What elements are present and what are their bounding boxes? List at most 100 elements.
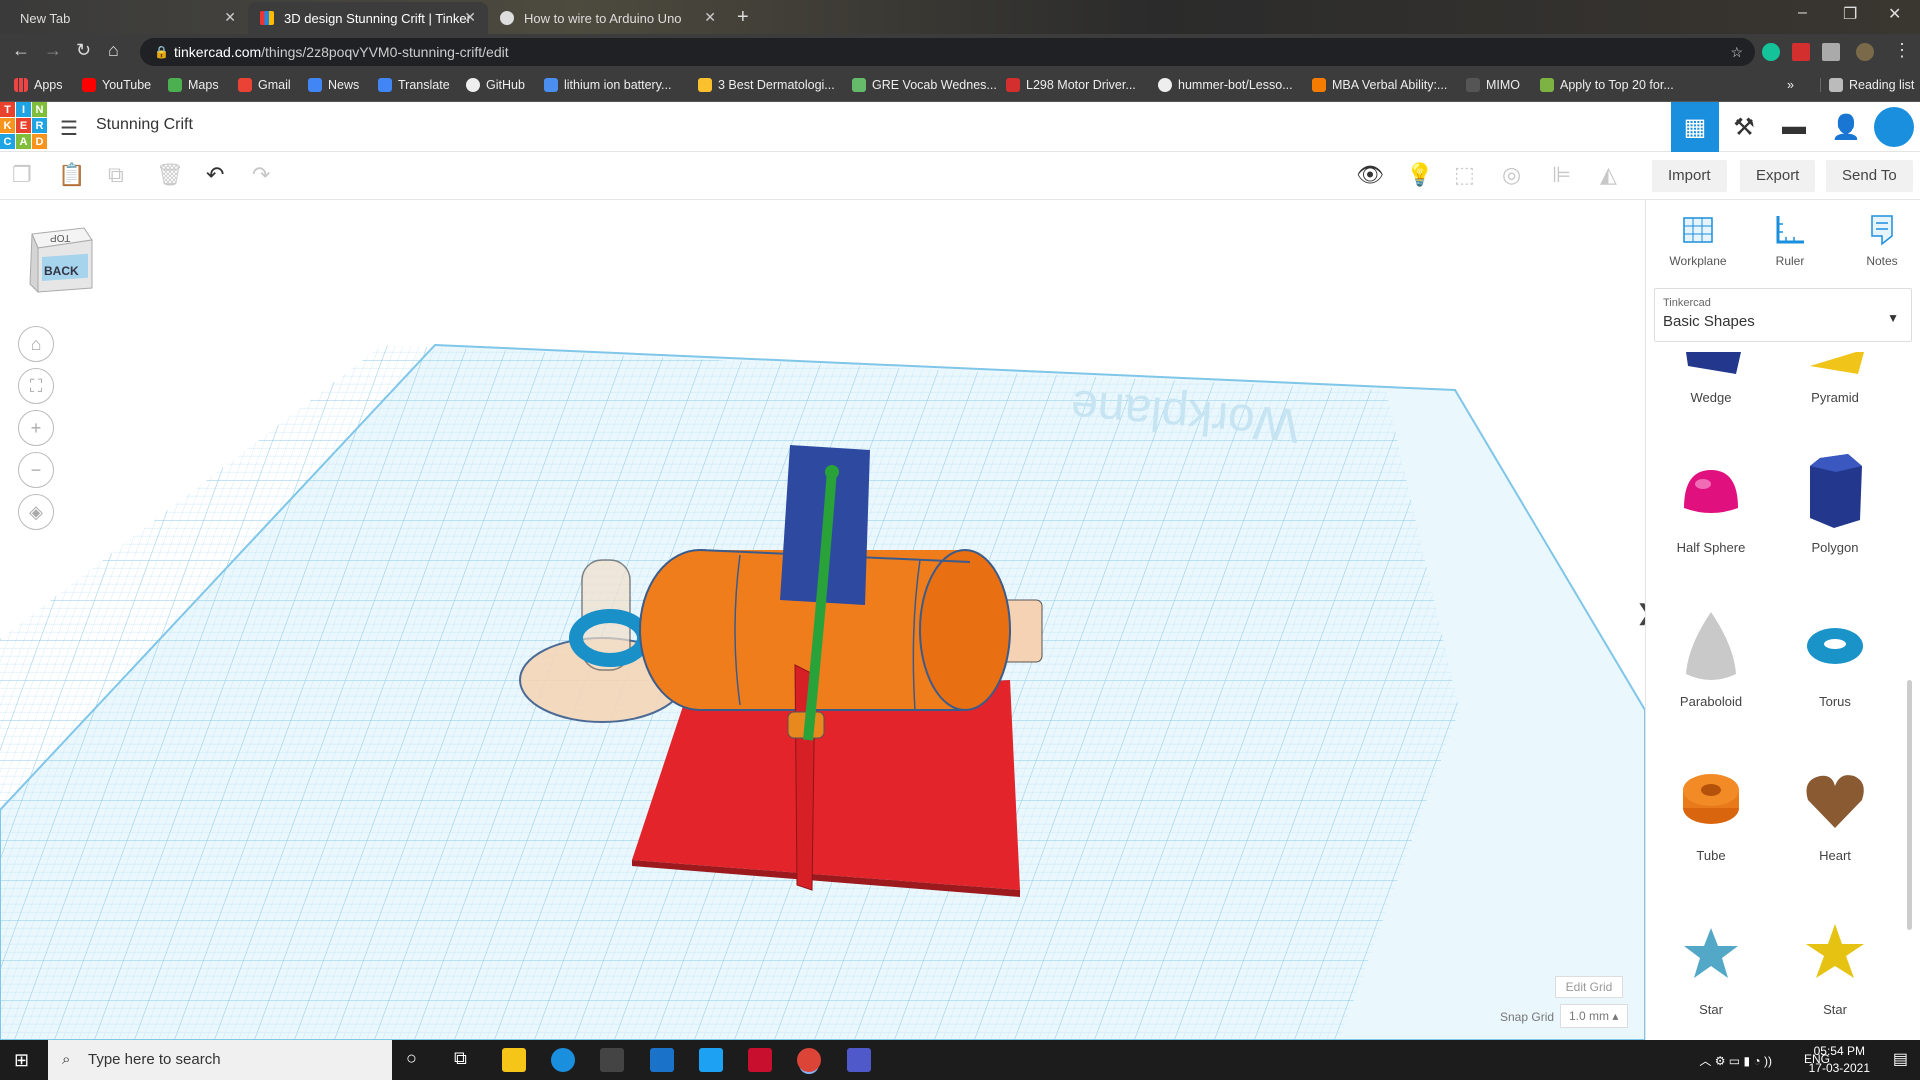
viewcube-back-face[interactable]: BACK [44,264,79,278]
group-icon[interactable]: ⬚ [1454,162,1475,188]
l-app-icon[interactable] [699,1048,723,1072]
bookmark-gmail[interactable]: Gmail [238,78,291,92]
shape-wedge[interactable]: Wedge [1656,352,1766,405]
profile-avatar[interactable] [1856,43,1874,61]
mcafee-icon[interactable] [748,1048,772,1072]
reload-icon[interactable]: ↻ [76,40,91,61]
bookmark-github[interactable]: GitHub [466,78,525,92]
design-list-icon[interactable]: ☰ [60,116,78,141]
shape-torus[interactable]: Torus [1780,606,1890,709]
bookmark-apply[interactable]: Apply to Top 20 for... [1540,78,1674,92]
close-tab-icon[interactable]: ✕ [224,9,236,26]
3d-view-grid-icon[interactable]: ▦ [1671,102,1719,152]
bookmark-apps[interactable]: Apps [14,78,63,92]
teams-icon[interactable] [847,1048,871,1072]
panel-scrollbar[interactable] [1907,680,1912,930]
bookmark-hummer[interactable]: hummer-bot/Lesso... [1158,78,1293,92]
shape-heart[interactable]: Heart [1780,760,1890,863]
shape-half-sphere[interactable]: Half Sphere [1656,452,1766,555]
duplicate-icon[interactable]: ⧉ [108,162,124,188]
shape-library-select[interactable]: Tinkercad Basic Shapes ▼ [1654,288,1912,342]
bookmark-news[interactable]: News [308,78,359,92]
taskbar-clock[interactable]: 05:54 PM 17-03-2021 [1809,1043,1870,1077]
bookmark-maps[interactable]: Maps [168,78,219,92]
tab-arduino[interactable]: How to wire to Arduino Uno ✕ [488,2,728,34]
tray-icons[interactable]: ︿ ⚙ ▭ ▮ ◔ )) [1699,1052,1772,1069]
design-title[interactable]: Stunning Crift [96,116,193,134]
acrobat-icon[interactable] [1792,43,1810,61]
mirror-icon[interactable]: ◭ [1600,162,1617,188]
cortana-icon[interactable]: ○ [406,1048,417,1069]
restore-icon[interactable]: ❐ [1843,4,1857,24]
viewcube-top-face[interactable]: TOP [50,232,70,243]
shape-pyramid[interactable]: Pyramid [1780,352,1890,405]
send-to-button[interactable]: Send To [1826,160,1913,192]
reading-list-button[interactable]: Reading list [1820,78,1914,92]
export-button[interactable]: Export [1740,160,1816,192]
notes-bulb-icon[interactable]: 💡 [1406,162,1433,188]
shape-tube[interactable]: Tube [1656,760,1766,863]
align-icon[interactable]: ⊫ [1552,162,1571,188]
home-icon[interactable]: ⌂ [108,40,119,61]
shape-star-blue[interactable]: Star [1656,914,1766,1017]
extensions-icon[interactable] [1822,43,1840,61]
tab-new-tab[interactable]: New Tab ✕ [8,2,248,34]
redo-icon[interactable]: ↷ [252,162,270,188]
invite-user-icon[interactable]: 👤 [1822,102,1870,152]
file-explorer-icon[interactable] [502,1048,526,1072]
bookmark-mimo[interactable]: MIMO [1466,78,1520,92]
close-tab-icon[interactable]: ✕ [704,9,716,26]
forward-icon[interactable]: → [44,40,62,61]
workplane-scene[interactable]: Workplane [0,200,1645,1040]
3d-workspace[interactable]: Workplane TOP BACK ⌂ ⛶ + − ◈ Edit Grid S… [0,200,1645,1040]
import-button[interactable]: Import [1652,160,1727,192]
taskbar-search-field[interactable]: ⌕ Type here to search [48,1040,392,1080]
home-view-icon[interactable]: ⌂ [18,326,54,362]
copy-icon[interactable]: ❐ [12,162,32,188]
circuits-icon[interactable]: ⚒ [1720,102,1768,152]
red-base-box[interactable] [632,680,1020,890]
perspective-icon[interactable]: ◈ [18,494,54,530]
shape-polygon[interactable]: Polygon [1780,452,1890,555]
bookmark-translate[interactable]: Translate [378,78,450,92]
windows-start-icon[interactable]: ⊞ [14,1050,29,1071]
bookmark-mba[interactable]: MBA Verbal Ability:... [1312,78,1447,92]
new-tab-icon[interactable]: + [737,6,749,29]
minimize-icon[interactable]: – [1798,4,1807,22]
collapse-panel-icon[interactable]: ❯ [1636,600,1645,626]
ungroup-icon[interactable]: ◎ [1502,162,1521,188]
zoom-out-icon[interactable]: − [18,452,54,488]
codeblocks-icon[interactable]: ▬ [1770,102,1818,152]
menu-kebab-icon[interactable]: ⋮ [1893,40,1911,61]
close-window-icon[interactable]: ✕ [1888,4,1901,24]
tinkercad-logo[interactable]: T I N K E R C A D [0,102,47,149]
bookmark-youtube[interactable]: YouTube [82,78,151,92]
grammarly-icon[interactable] [1762,43,1780,61]
snap-grid-select[interactable]: 1.0 mm ▴ [1560,1004,1628,1028]
show-all-icon[interactable]: 👁 [1356,162,1384,188]
store-icon[interactable] [600,1048,624,1072]
fit-view-icon[interactable]: ⛶ [18,368,54,404]
shape-paraboloid[interactable]: Paraboloid [1656,606,1766,709]
url-field[interactable]: 🔒 tinkercad.com/things/2z8poqvYVM0-stunn… [140,38,1755,66]
bookmark-star-icon[interactable]: ☆ [1730,38,1743,66]
more-bookmarks-icon[interactable]: » [1787,78,1794,92]
bookmark-l298[interactable]: L298 Motor Driver... [1006,78,1136,92]
view-cube[interactable]: TOP BACK [28,226,94,298]
tab-tinkercad[interactable]: 3D design Stunning Crift | Tinker ✕ [248,2,488,34]
bookmark-dermatologi[interactable]: 3 Best Dermatologi... [698,78,835,92]
back-icon[interactable]: ← [12,40,30,61]
delete-icon[interactable]: 🗑 [156,162,184,188]
close-tab-icon[interactable]: ✕ [464,9,476,26]
zoom-in-icon[interactable]: + [18,410,54,446]
paste-icon[interactable]: 📋 [58,162,85,188]
mail-icon[interactable] [650,1048,674,1072]
bookmark-gre[interactable]: GRE Vocab Wednes... [852,78,997,92]
undo-icon[interactable]: ↶ [206,162,224,188]
workplane-button[interactable]: Workplane [1658,212,1738,268]
task-view-icon[interactable]: ⧉ [454,1048,467,1069]
notes-button[interactable]: Notes [1842,212,1920,268]
notification-center-icon[interactable]: ▤ [1893,1049,1908,1069]
bookmark-lithium[interactable]: lithium ion battery... [544,78,671,92]
chrome-icon[interactable] [797,1048,821,1072]
